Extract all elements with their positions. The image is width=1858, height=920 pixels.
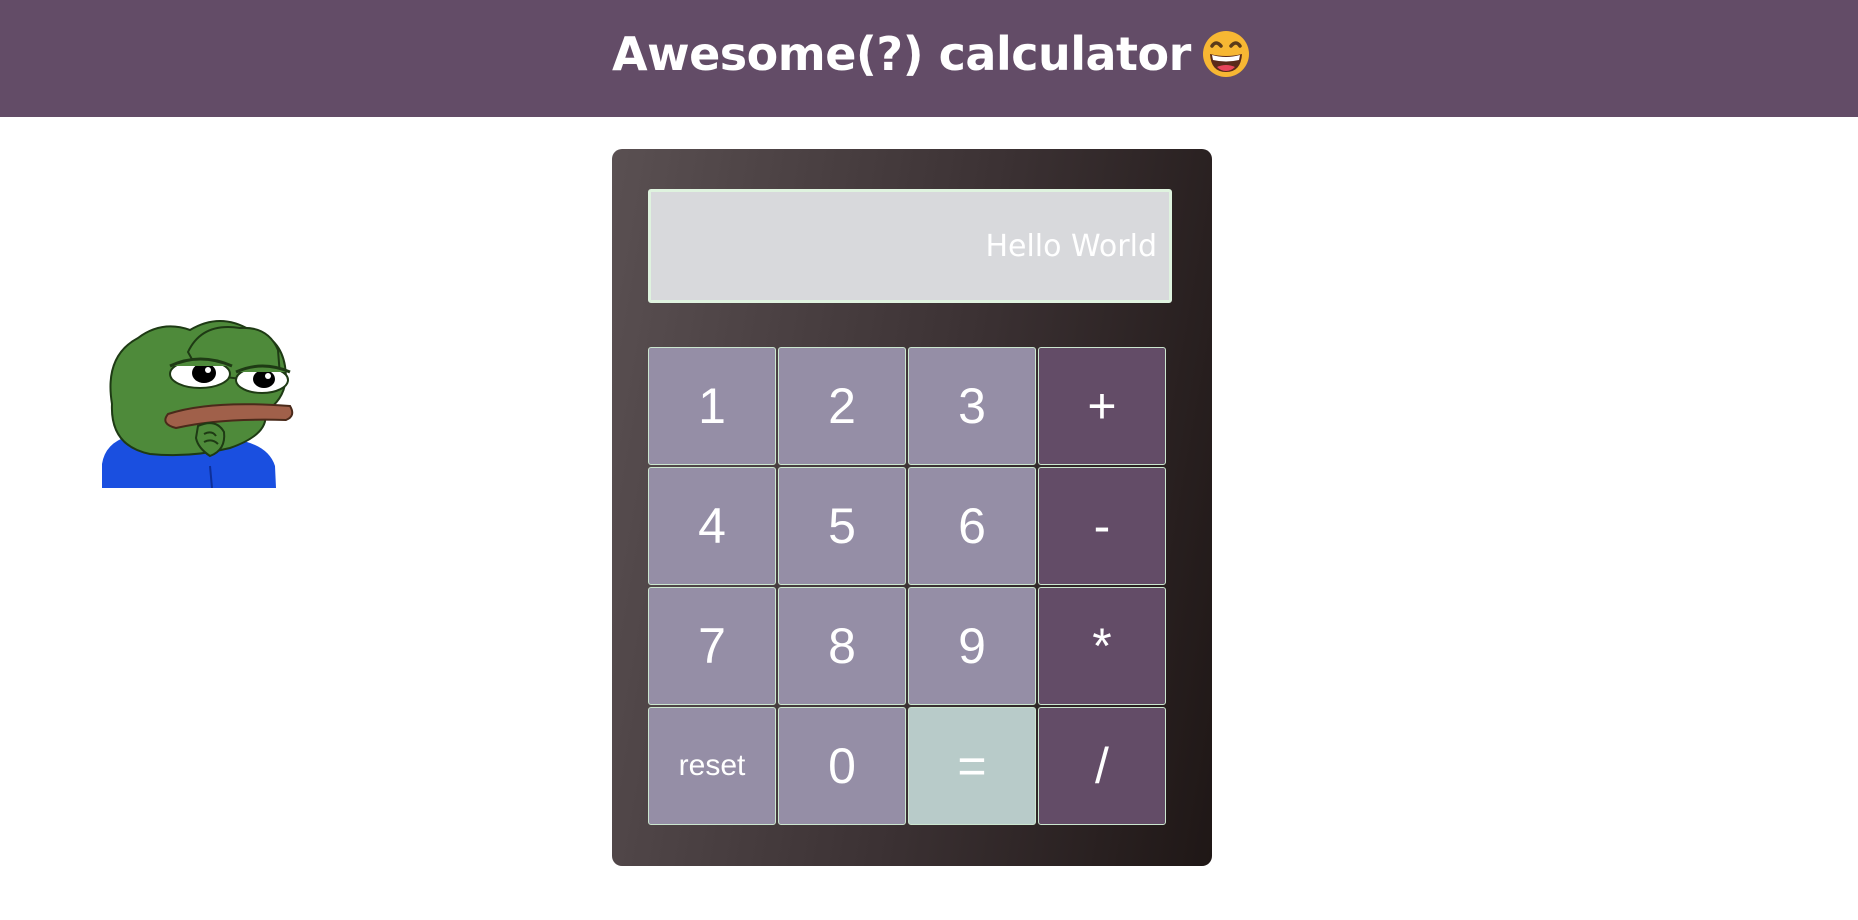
key-9[interactable]: 9 (908, 587, 1036, 705)
key-multiply[interactable]: * (1038, 587, 1166, 705)
header-bar: Awesome(?) calculator (0, 0, 1858, 117)
key-minus[interactable]: - (1038, 467, 1166, 585)
pepe-frog-sticker-icon (102, 320, 294, 488)
key-reset[interactable]: reset (648, 707, 776, 825)
key-5[interactable]: 5 (778, 467, 906, 585)
key-1[interactable]: 1 (648, 347, 776, 465)
calculator-display: Hello World (648, 189, 1172, 303)
page-title-wrap: Awesome(?) calculator (612, 22, 1251, 86)
keypad: 1 2 3 + 4 5 6 - 7 8 9 * reset 0 = / (648, 347, 1166, 825)
calculator: Hello World 1 2 3 + 4 5 6 - 7 8 9 * rese… (612, 149, 1212, 866)
key-7[interactable]: 7 (648, 587, 776, 705)
key-plus[interactable]: + (1038, 347, 1166, 465)
grinning-face-emoji-icon (1202, 31, 1249, 77)
key-equals[interactable]: = (908, 707, 1036, 825)
key-divide[interactable]: / (1038, 707, 1166, 825)
key-0[interactable]: 0 (778, 707, 906, 825)
display-text: Hello World (985, 228, 1157, 264)
key-8[interactable]: 8 (778, 587, 906, 705)
key-3[interactable]: 3 (908, 347, 1036, 465)
key-2[interactable]: 2 (778, 347, 906, 465)
key-6[interactable]: 6 (908, 467, 1036, 585)
key-4[interactable]: 4 (648, 467, 776, 585)
page-title: Awesome(?) calculator (612, 27, 1191, 81)
